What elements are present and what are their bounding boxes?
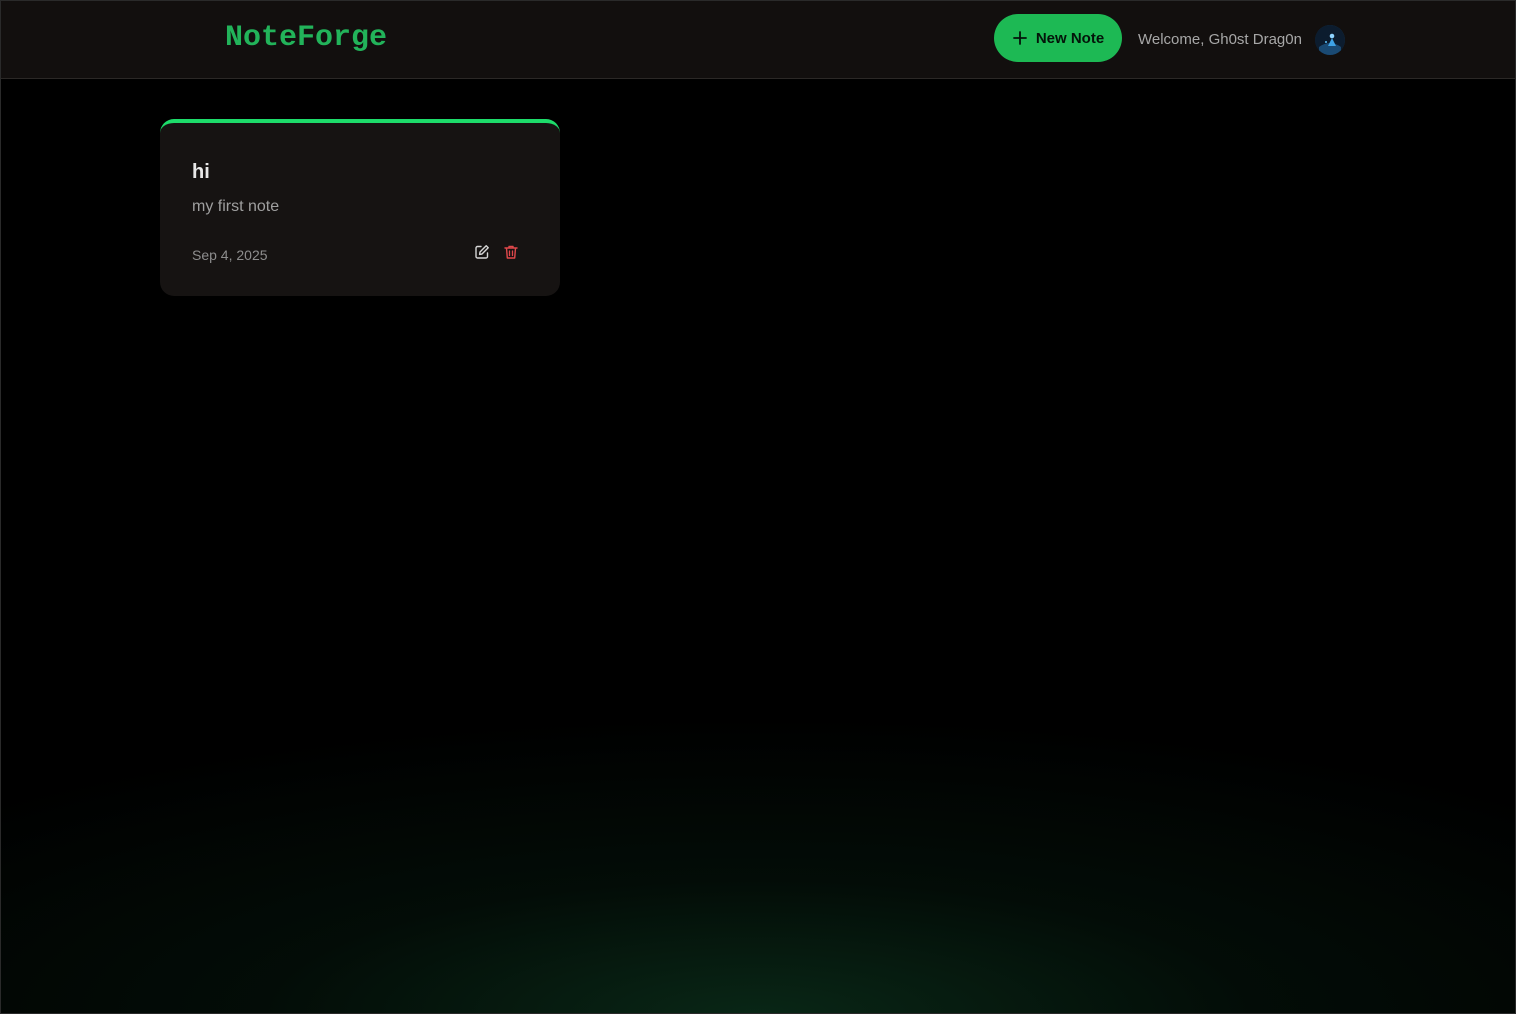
trash-icon bbox=[504, 245, 518, 259]
edit-icon bbox=[475, 245, 489, 259]
avatar-image bbox=[1315, 25, 1345, 55]
note-date: Sep 4, 2025 bbox=[192, 247, 268, 263]
welcome-text: Welcome, Gh0st Drag0n bbox=[1138, 31, 1302, 48]
new-note-label: New Note bbox=[1035, 29, 1105, 47]
plus-icon bbox=[1012, 30, 1028, 46]
note-card[interactable]: hi my first note Sep 4, 2025 bbox=[160, 119, 560, 296]
avatar[interactable] bbox=[1315, 25, 1345, 55]
new-note-button[interactable]: New Note bbox=[994, 14, 1122, 62]
note-title: hi bbox=[192, 161, 210, 183]
brand-logo[interactable]: NoteForge bbox=[225, 21, 387, 55]
app-page: NoteForge New Note Welcome, Gh0st Drag0n… bbox=[0, 0, 1516, 1014]
note-body: my first note bbox=[192, 198, 280, 215]
delete-note-button[interactable] bbox=[501, 242, 521, 262]
top-navbar: NoteForge New Note Welcome, Gh0st Drag0n bbox=[1, 1, 1515, 79]
edit-note-button[interactable] bbox=[472, 242, 492, 262]
